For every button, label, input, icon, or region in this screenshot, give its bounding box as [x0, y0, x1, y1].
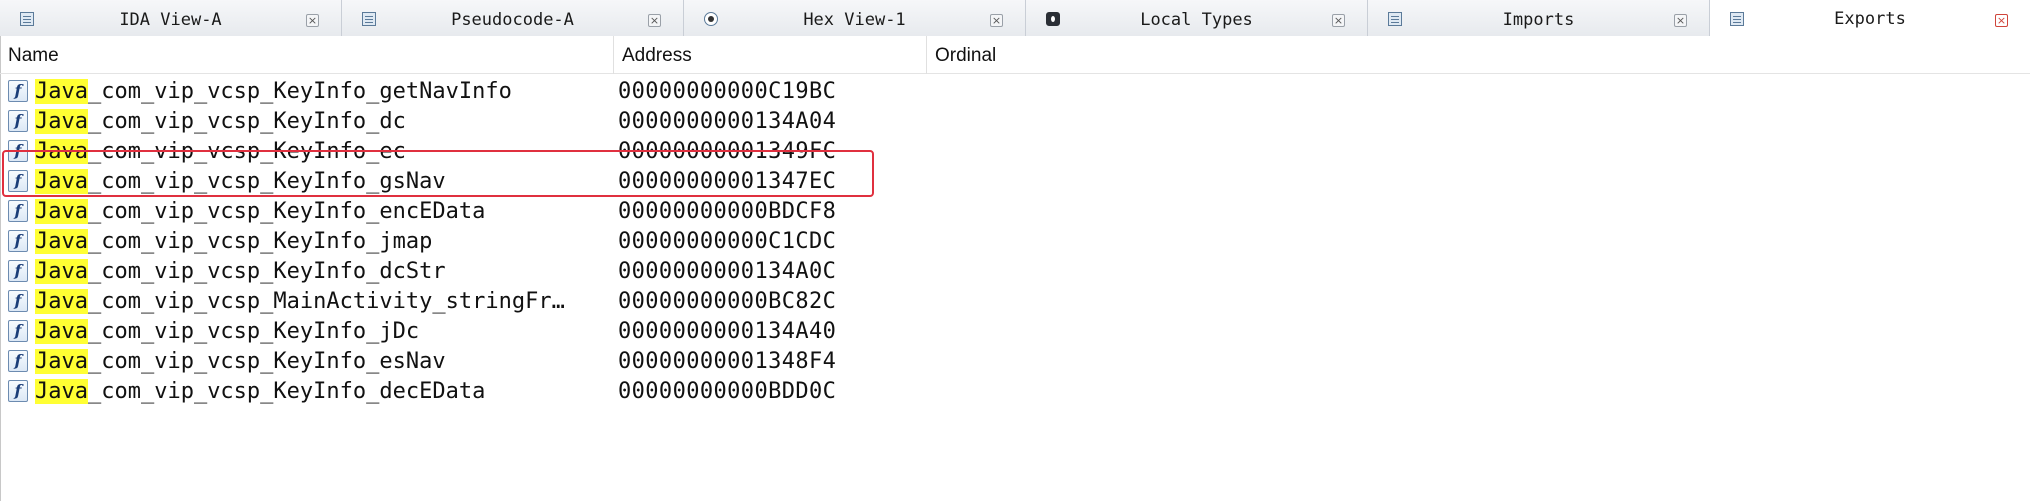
function-icon: f [8, 290, 28, 312]
table-row[interactable]: f Java_com_vip_vcsp_KeyInfo_jDc 00000000… [0, 316, 2030, 346]
function-name-rest: _com_vip_vcsp_KeyInfo_jmap [87, 229, 433, 254]
function-name: Java_com_vip_vcsp_KeyInfo_dcStr [35, 256, 446, 286]
table-row[interactable]: f Java_com_vip_vcsp_MainActivity_stringF… [0, 286, 2030, 316]
search-highlight: Java [35, 349, 88, 374]
function-name-rest: _com_vip_vcsp_KeyInfo_encEData [87, 199, 486, 224]
function-icon: f [8, 350, 28, 372]
function-address: 00000000000C1CDC [618, 229, 837, 254]
tab-label: Imports [1502, 10, 1575, 30]
search-highlight: Java [35, 379, 88, 404]
function-name: Java_com_vip_vcsp_KeyInfo_dc [35, 106, 406, 136]
ida-view-icon [20, 12, 34, 26]
search-highlight: Java [35, 199, 88, 224]
annotation-highlight-box [2, 150, 874, 197]
tab-label: IDA View-A [119, 10, 222, 30]
tab-hex-view-1[interactable]: Hex View-1 × [684, 0, 1026, 36]
function-address: 00000000000BC82C [618, 289, 837, 314]
search-highlight: Java [35, 289, 88, 314]
function-icon: f [8, 260, 28, 282]
function-name: Java_com_vip_vcsp_KeyInfo_esNav [35, 346, 446, 376]
search-highlight: Java [35, 109, 88, 134]
tab-label: Pseudocode-A [451, 10, 574, 30]
function-icon: f [8, 200, 28, 222]
tab-bar: IDA View-A × Pseudocode-A × Hex View-1 ×… [0, 0, 2030, 36]
function-icon: f [8, 110, 28, 132]
function-address: 0000000000134A40 [618, 319, 837, 344]
local-types-icon [1046, 12, 1060, 26]
function-address: 00000000001348F4 [618, 349, 837, 374]
tab-local-types[interactable]: Local Types × [1026, 0, 1368, 36]
table-row[interactable]: f Java_com_vip_vcsp_KeyInfo_encEData 000… [0, 196, 2030, 226]
table-header: Name Address Ordinal [0, 36, 2030, 74]
table-row[interactable]: f Java_com_vip_vcsp_KeyInfo_getNavInfo 0… [0, 76, 2030, 106]
tab-imports[interactable]: Imports × [1368, 0, 1710, 36]
column-header-ordinal[interactable]: Ordinal [927, 36, 1227, 74]
search-highlight: Java [35, 79, 88, 104]
table-row[interactable]: f Java_com_vip_vcsp_KeyInfo_esNav 000000… [0, 346, 2030, 376]
function-name-rest: _com_vip_vcsp_KeyInfo_decEData [87, 379, 486, 404]
function-name: Java_com_vip_vcsp_KeyInfo_jDc [35, 316, 419, 346]
close-icon[interactable]: × [1332, 14, 1345, 27]
function-name: Java_com_vip_vcsp_KeyInfo_getNavInfo [35, 76, 512, 106]
table-row[interactable]: f Java_com_vip_vcsp_KeyInfo_dc 000000000… [0, 106, 2030, 136]
column-header-address[interactable]: Address [614, 36, 927, 74]
table-row[interactable]: f Java_com_vip_vcsp_KeyInfo_decEData 000… [0, 376, 2030, 406]
tab-ida-view-a[interactable]: IDA View-A × [0, 0, 342, 36]
search-highlight: Java [35, 259, 88, 284]
function-icon: f [8, 230, 28, 252]
function-icon: f [8, 320, 28, 342]
function-name: Java_com_vip_vcsp_KeyInfo_jmap [35, 226, 432, 256]
function-address: 00000000000C19BC [618, 79, 837, 104]
function-name-rest: _com_vip_vcsp_KeyInfo_jDc [87, 319, 420, 344]
close-icon[interactable]: × [648, 14, 661, 27]
function-name: Java_com_vip_vcsp_KeyInfo_decEData [35, 376, 485, 406]
tab-exports[interactable]: Exports × [1710, 0, 2030, 36]
search-highlight: Java [35, 319, 88, 344]
close-icon[interactable]: × [1674, 14, 1687, 27]
exports-list: f Java_com_vip_vcsp_KeyInfo_getNavInfo 0… [0, 76, 2030, 406]
table-row[interactable]: f Java_com_vip_vcsp_KeyInfo_dcStr 000000… [0, 256, 2030, 286]
close-icon[interactable]: × [990, 14, 1003, 27]
function-name-rest: _com_vip_vcsp_KeyInfo_esNav [87, 349, 446, 374]
tab-label: Exports [1834, 9, 1906, 29]
imports-icon [1388, 12, 1402, 26]
function-name-rest: _com_vip_vcsp_MainActivity_stringFr… [87, 289, 565, 314]
function-icon: f [8, 80, 28, 102]
close-icon[interactable]: × [1995, 14, 2008, 27]
pseudocode-icon [362, 12, 376, 26]
function-address: 00000000000BDCF8 [618, 199, 837, 224]
function-name: Java_com_vip_vcsp_MainActivity_stringFr… [35, 286, 565, 316]
function-name-rest: _com_vip_vcsp_KeyInfo_dc [87, 109, 406, 134]
hex-view-icon [704, 12, 718, 26]
table-row[interactable]: f Java_com_vip_vcsp_KeyInfo_jmap 0000000… [0, 226, 2030, 256]
exports-icon [1730, 12, 1744, 26]
function-name: Java_com_vip_vcsp_KeyInfo_encEData [35, 196, 485, 226]
column-header-name[interactable]: Name [0, 36, 614, 74]
function-address: 0000000000134A04 [618, 109, 837, 134]
tab-pseudocode-a[interactable]: Pseudocode-A × [342, 0, 684, 36]
function-name-rest: _com_vip_vcsp_KeyInfo_dcStr [87, 259, 446, 284]
function-address: 00000000000BDD0C [618, 379, 837, 404]
tab-label: Local Types [1140, 10, 1253, 30]
tab-label: Hex View-1 [803, 10, 906, 30]
function-address: 0000000000134A0C [618, 259, 837, 284]
function-name-rest: _com_vip_vcsp_KeyInfo_getNavInfo [87, 79, 512, 104]
close-icon[interactable]: × [306, 14, 319, 27]
search-highlight: Java [35, 229, 88, 254]
function-icon: f [8, 380, 28, 402]
